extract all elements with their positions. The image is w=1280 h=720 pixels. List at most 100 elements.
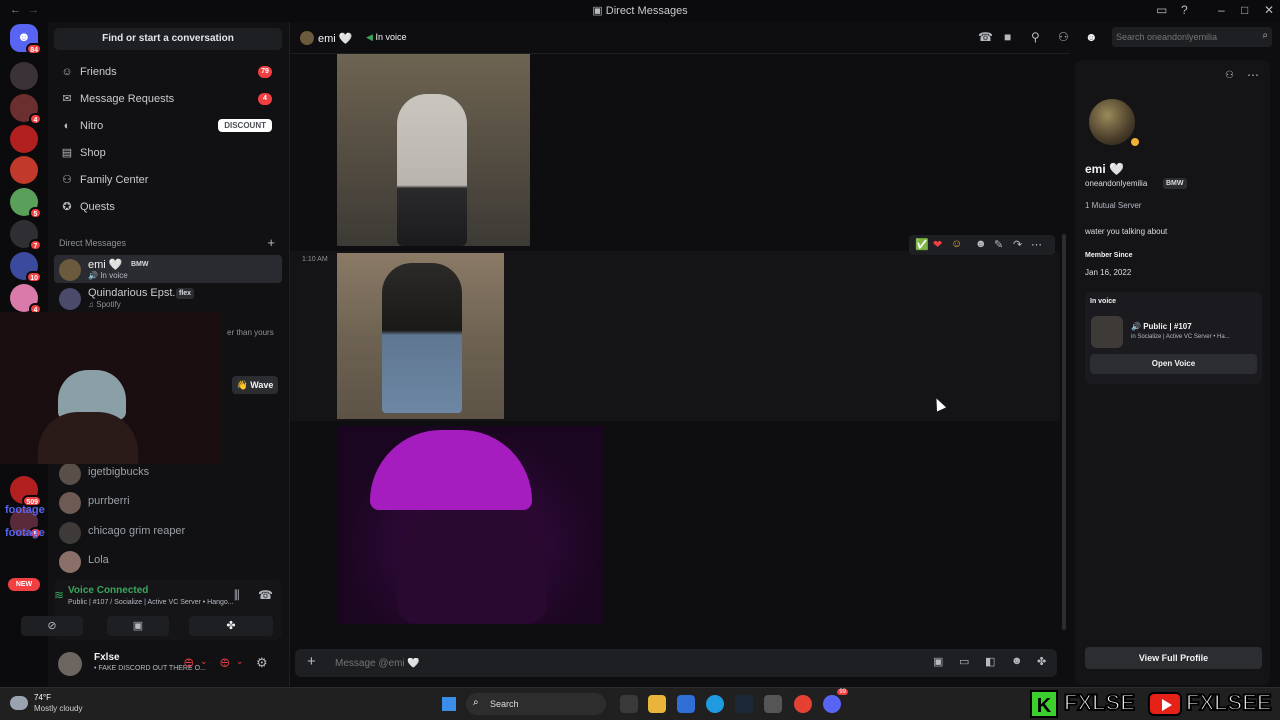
avatar	[59, 522, 81, 544]
task-view-icon[interactable]	[620, 695, 638, 713]
chevron-down-icon[interactable]: ⌄	[200, 656, 208, 667]
pin-icon[interactable]: ⚲	[1031, 30, 1040, 44]
message-input[interactable]	[335, 655, 835, 671]
dm-status-text: In voice	[100, 271, 128, 280]
server-icon[interactable]	[10, 62, 38, 90]
image-attachment[interactable]	[337, 253, 504, 419]
file-explorer-icon[interactable]	[648, 695, 666, 713]
server-icon[interactable]: 4	[10, 284, 42, 315]
edge-icon[interactable]	[706, 695, 724, 713]
voice-connected-title[interactable]: Voice Connected	[68, 585, 148, 596]
server-icon[interactable]: 10	[10, 252, 42, 283]
mutual-servers-link[interactable]: 1 Mutual Server	[1085, 201, 1141, 210]
nav-quests[interactable]: ✪ Quests	[54, 195, 282, 219]
image-attachment[interactable]	[337, 54, 530, 246]
chevron-down-icon[interactable]: ⌄	[236, 656, 244, 667]
attach-plus-icon[interactable]: +	[307, 653, 316, 670]
server-icon[interactable]: 509	[10, 476, 42, 507]
weather-temp[interactable]: 74°F	[34, 693, 51, 702]
nav-shop[interactable]: ▤ Shop	[54, 141, 282, 165]
chrome-icon[interactable]	[794, 695, 812, 713]
home-button[interactable]: ☻ 84	[10, 24, 42, 55]
nav-message-requests[interactable]: ✉ Message Requests 4	[54, 87, 282, 111]
header-voice-status[interactable]: ◀ In voice	[366, 32, 406, 43]
signal-icon: ≋	[54, 588, 65, 602]
add-friend-icon[interactable]: ⚇	[1058, 30, 1069, 44]
video-icon[interactable]: ■	[1004, 30, 1011, 44]
user-avatar[interactable]	[58, 652, 82, 676]
scrollbar[interactable]	[1062, 234, 1066, 630]
disconnect-icon[interactable]: ☎	[258, 588, 273, 602]
header-name[interactable]: emi 🤍	[318, 32, 352, 45]
wave-button[interactable]: 👋 Wave	[232, 376, 278, 394]
nav-label: Quests	[80, 201, 115, 213]
discord-icon[interactable]: 99	[823, 689, 848, 713]
deafen-icon[interactable]: ⨸	[220, 656, 230, 671]
inbox-icon[interactable]: ▭	[1156, 3, 1167, 17]
find-conversation-button[interactable]: Find or start a conversation	[54, 28, 282, 50]
gif-icon[interactable]: ▭	[959, 655, 969, 668]
view-full-profile-button[interactable]: View Full Profile	[1085, 647, 1262, 669]
edit-icon[interactable]: ✎	[994, 238, 1003, 251]
create-dm-icon[interactable]: +	[267, 235, 275, 250]
start-icon[interactable]	[442, 697, 456, 711]
dm-status: 🔊 In voice	[88, 271, 128, 280]
apps-icon[interactable]: ✤	[1037, 655, 1046, 668]
server-icon[interactable]: 4	[10, 94, 42, 125]
nav-friends[interactable]: ☺ Friends 79	[54, 60, 282, 84]
avatar	[59, 259, 81, 281]
image-attachment[interactable]	[337, 426, 604, 624]
check-reaction-icon[interactable]: ✅	[915, 238, 929, 251]
chat-search[interactable]: ⌕	[1112, 27, 1272, 47]
weather-desc[interactable]: Mostly cloudy	[34, 704, 82, 713]
server-icon[interactable]: 7	[10, 220, 42, 251]
truncated-status-text: er than yours	[227, 328, 274, 337]
camera-button[interactable]: ⊘	[21, 616, 83, 636]
weather-icon[interactable]	[10, 696, 28, 710]
server-icon[interactable]: 5	[10, 188, 42, 219]
more-icon[interactable]: ⋯	[1031, 238, 1042, 251]
chat-search-input[interactable]	[1116, 30, 1254, 44]
open-voice-button[interactable]: Open Voice	[1090, 354, 1257, 374]
sticker-icon[interactable]: ◧	[985, 655, 995, 668]
youtube-logo	[1148, 692, 1182, 716]
dm-item-lola[interactable]: Lola	[54, 547, 282, 575]
noise-suppression-icon[interactable]: ⫼	[234, 588, 240, 603]
store-icon[interactable]	[677, 695, 695, 713]
laugh-reaction-icon[interactable]: ☺	[951, 238, 962, 250]
profile-username: oneandonlyemilia	[1085, 179, 1148, 188]
close-icon[interactable]: ✕	[1264, 3, 1274, 17]
minimize-icon[interactable]: –	[1218, 3, 1225, 17]
taskbar-search[interactable]: ⌕ Search	[466, 693, 606, 715]
voice-channel-subtitle[interactable]: Public | #107 / Socialize | Active VC Se…	[68, 599, 234, 606]
gift-icon[interactable]: ▣	[933, 655, 943, 668]
friends-icon: ☺	[61, 66, 73, 78]
steam-icon[interactable]	[735, 695, 753, 713]
search-icon: ⌕	[1262, 30, 1268, 41]
call-icon[interactable]: ☎	[978, 30, 993, 44]
add-reaction-icon[interactable]: ☻	[975, 238, 987, 250]
dm-item-chicago-grim-reaper[interactable]: chicago grim reaper	[54, 518, 282, 546]
forward-icon[interactable]: ↷	[1013, 238, 1022, 251]
app-icon[interactable]	[764, 695, 782, 713]
home-badge: 84	[26, 43, 42, 55]
user-profile-icon[interactable]: ☻	[1085, 30, 1098, 44]
server-icon[interactable]	[10, 156, 38, 184]
dm-item-quindarious[interactable]: Quindarious Epst. flex ♫ Spotify	[54, 284, 282, 312]
dm-item-emi[interactable]: emi 🤍 BMW 🔊 In voice	[54, 255, 282, 283]
user-panel: Fxlse • FAKE DISCORD OUT THERE O... ⨸ ⌄ …	[54, 646, 282, 682]
dm-item-purrberri[interactable]: purrberri	[54, 488, 282, 516]
add-friend-icon[interactable]: ⚇	[1225, 70, 1234, 81]
settings-icon[interactable]: ⚙	[256, 655, 268, 671]
heart-reaction-icon[interactable]: ❤	[933, 238, 942, 251]
more-icon[interactable]: ⋯	[1247, 68, 1259, 82]
nav-nitro[interactable]: ◐ Nitro DISCOUNT	[54, 114, 282, 138]
help-icon[interactable]: ?	[1181, 3, 1188, 17]
server-icon[interactable]	[10, 125, 38, 153]
mic-muted-icon[interactable]: ⨸	[184, 656, 194, 671]
maximize-icon[interactable]: □	[1241, 3, 1248, 17]
activities-button[interactable]: ✤	[189, 616, 273, 636]
emoji-icon[interactable]: ☻	[1011, 655, 1023, 667]
screen-share-button[interactable]: ▣	[107, 616, 169, 636]
nav-family-center[interactable]: ⚇ Family Center	[54, 168, 282, 192]
